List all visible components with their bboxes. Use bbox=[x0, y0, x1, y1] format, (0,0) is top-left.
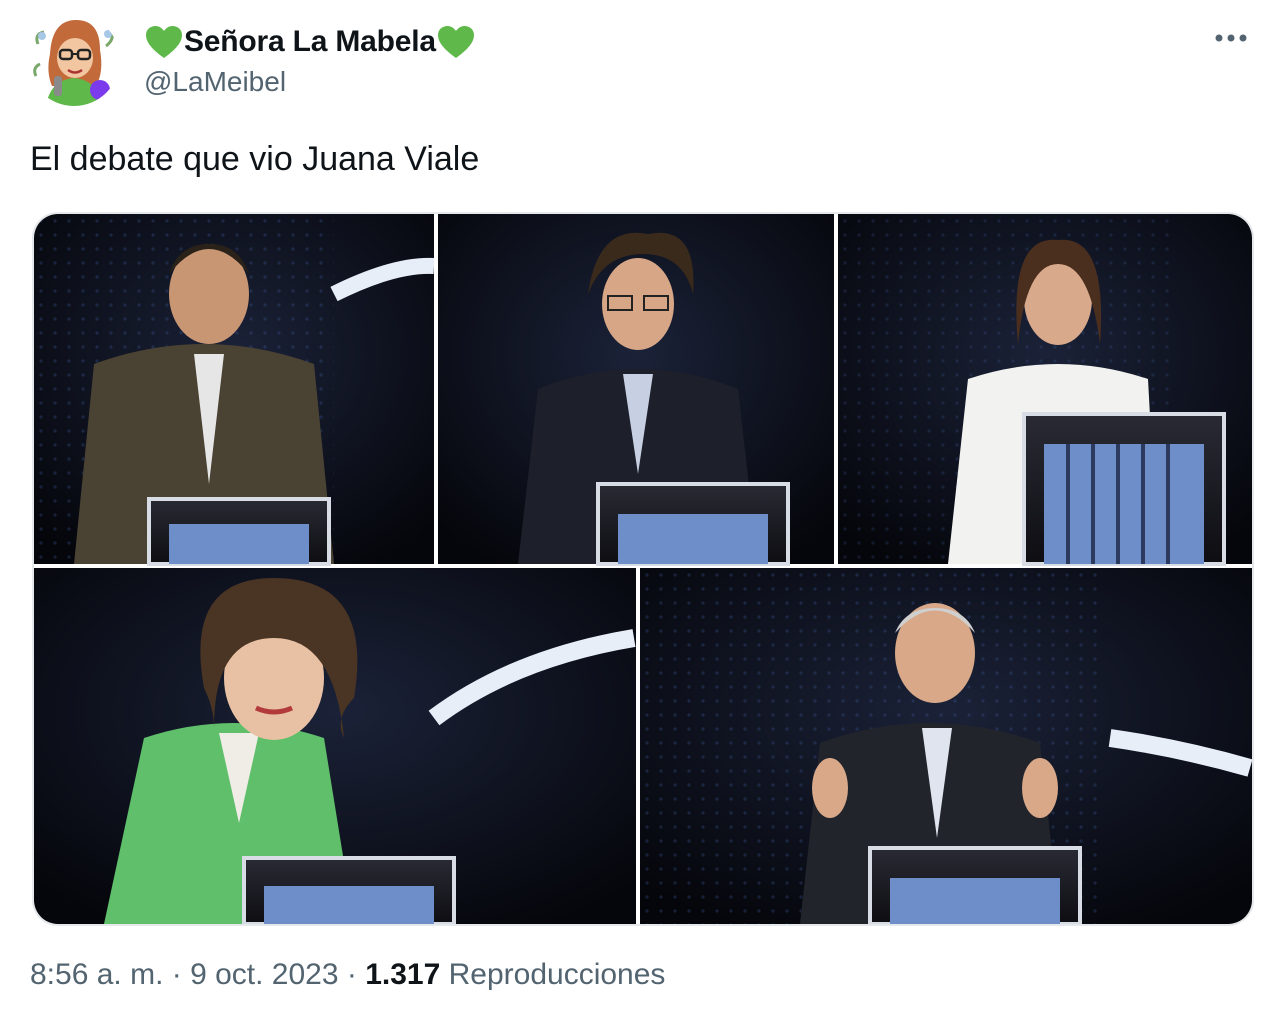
views-label[interactable]: Reproducciones bbox=[449, 958, 666, 992]
tweet-date[interactable]: 9 oct. 2023 bbox=[190, 958, 338, 992]
photo-panel-4 bbox=[34, 568, 636, 924]
cartoon-woman-avatar-icon bbox=[28, 14, 120, 106]
meta-separator: · bbox=[338, 958, 366, 991]
photo-panel-2 bbox=[438, 214, 834, 566]
meta-separator: · bbox=[163, 958, 191, 991]
tweet-text: El debate que vio Juana Viale bbox=[30, 140, 480, 178]
tweet-meta: 8:56 a. m. · 9 oct. 2023 · 1.317 Reprodu… bbox=[30, 958, 665, 992]
user-handle[interactable]: @LaMeibel bbox=[144, 66, 286, 98]
views-count: 1.317 bbox=[365, 958, 441, 991]
green-heart-icon bbox=[146, 26, 182, 58]
photo-panel-1 bbox=[34, 214, 435, 566]
photo-panel-5 bbox=[640, 568, 1252, 924]
author-name-row[interactable]: Señora La Mabela bbox=[144, 20, 476, 64]
debate-collage-image bbox=[34, 214, 1252, 924]
more-horizontal-icon bbox=[1215, 34, 1247, 42]
green-heart-icon bbox=[437, 26, 474, 58]
tweet-time[interactable]: 8:56 a. m. bbox=[30, 958, 163, 992]
display-name[interactable]: Señora La Mabela bbox=[184, 25, 436, 59]
avatar[interactable] bbox=[28, 14, 120, 106]
more-options-button[interactable] bbox=[1208, 20, 1254, 56]
photo-panel-3 bbox=[838, 214, 1252, 566]
views-spacer bbox=[440, 958, 448, 992]
tweet-media[interactable] bbox=[32, 212, 1254, 926]
